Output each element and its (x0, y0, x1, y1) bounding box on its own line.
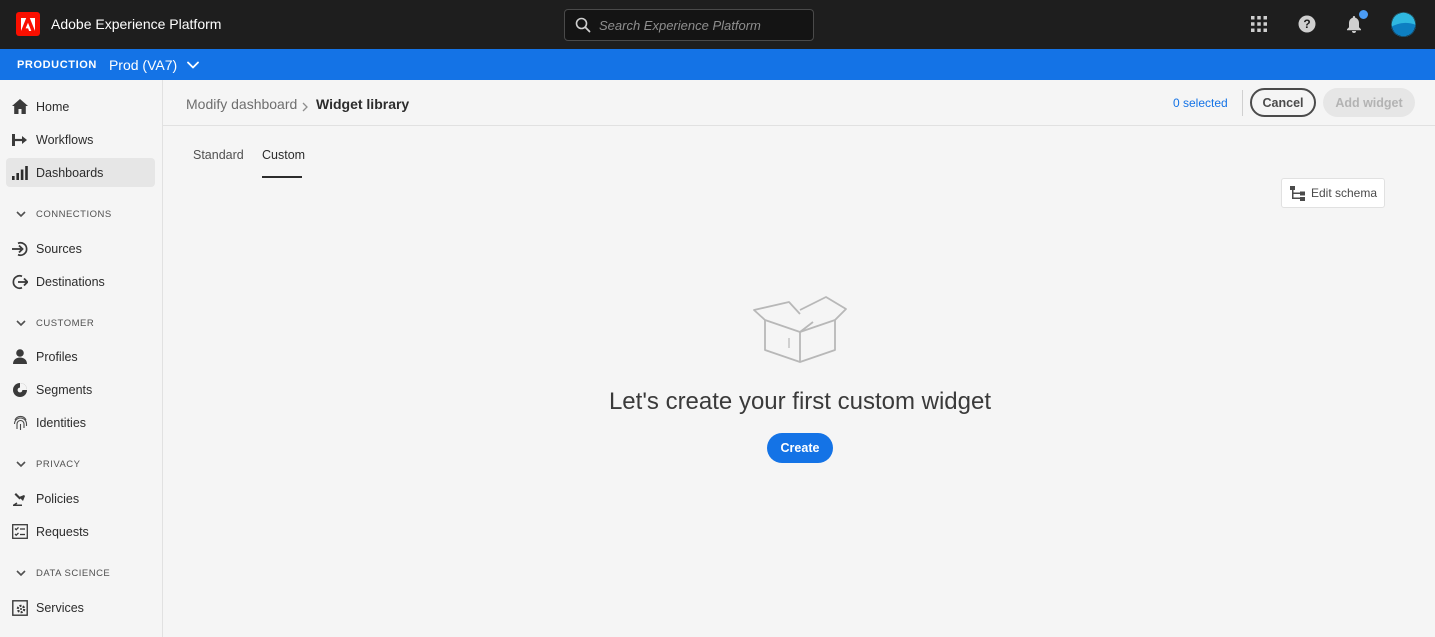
main-content: Modify dashboard Widget library 0 select… (163, 80, 1435, 637)
open-box-icon (751, 292, 849, 366)
adobe-logo-icon (16, 12, 40, 36)
chevron-down-icon (16, 569, 26, 577)
sidebar-item-sources[interactable]: Sources (6, 234, 155, 263)
help-icon[interactable]: ? (1297, 14, 1317, 34)
app-name: Adobe Experience Platform (51, 16, 222, 32)
edit-schema-button[interactable]: Edit schema (1281, 178, 1385, 208)
apps-grid-icon[interactable] (1249, 14, 1269, 34)
section-label: DATA SCIENCE (36, 567, 111, 579)
chevron-down-icon (16, 319, 26, 327)
section-customer[interactable]: CUSTOMER (16, 315, 94, 331)
sidebar-item-services[interactable]: Services (6, 593, 155, 622)
segments-icon (11, 381, 29, 399)
brand[interactable]: Adobe Experience Platform (16, 12, 221, 36)
tab-selected-indicator (262, 176, 302, 178)
sources-icon (11, 240, 29, 258)
top-bar: Adobe Experience Platform Search Experie… (0, 0, 1435, 49)
sidebar-item-label: Requests (36, 524, 89, 539)
section-label: PRIVACY (36, 458, 81, 470)
dashboards-icon (11, 164, 29, 182)
cancel-button[interactable]: Cancel (1250, 88, 1316, 117)
sandbox-switcher[interactable]: Prod (VA7) (109, 57, 177, 73)
left-nav: Home Workflows Dashboards CONNECTIONS So… (0, 80, 163, 637)
policies-icon (11, 490, 29, 508)
edit-schema-label: Edit schema (1311, 186, 1378, 200)
sidebar-item-label: Workflows (36, 132, 94, 147)
chevron-right-icon (302, 99, 308, 117)
sidebar-item-label: Profiles (36, 349, 78, 364)
search-icon (575, 17, 591, 33)
section-data-science[interactable]: DATA SCIENCE (16, 565, 110, 581)
section-label: CUSTOMER (36, 317, 95, 329)
svg-text:?: ? (1303, 17, 1310, 31)
sidebar-item-label: Home (36, 99, 70, 114)
services-icon (11, 599, 29, 617)
sidebar-item-label: Identities (36, 415, 87, 430)
breadcrumb-parent[interactable]: Modify dashboard (186, 96, 297, 112)
sidebar-item-label: Policies (36, 491, 80, 506)
sidebar-item-label: Sources (36, 241, 82, 256)
sidebar-item-home[interactable]: Home (6, 92, 155, 121)
tab-custom[interactable]: Custom (262, 148, 305, 162)
sidebar-item-policies[interactable]: Policies (6, 484, 155, 513)
sidebar-item-label: Dashboards (36, 165, 104, 180)
breadcrumb-current: Widget library (316, 96, 410, 112)
environment-label: PRODUCTION (17, 58, 97, 71)
add-widget-button[interactable]: Add widget (1323, 88, 1415, 117)
create-button[interactable]: Create (767, 433, 833, 463)
sidebar-item-destinations[interactable]: Destinations (6, 267, 155, 296)
sidebar-item-identities[interactable]: Identities (6, 408, 155, 437)
page-header: Modify dashboard Widget library 0 select… (163, 80, 1435, 126)
sidebar-item-requests[interactable]: Requests (6, 517, 155, 546)
section-connections[interactable]: CONNECTIONS (16, 206, 112, 222)
chevron-down-icon (16, 460, 26, 468)
sidebar-item-dashboards[interactable]: Dashboards (6, 158, 155, 187)
home-icon (11, 98, 29, 116)
section-label: CONNECTIONS (36, 208, 112, 220)
tab-standard[interactable]: Standard (193, 148, 244, 162)
section-privacy[interactable]: PRIVACY (16, 456, 81, 472)
empty-state-title: Let's create your first custom widget (608, 388, 992, 415)
chevron-down-icon[interactable] (187, 61, 200, 69)
destinations-icon (11, 273, 29, 291)
workflows-icon (11, 131, 29, 149)
sidebar-item-label: Segments (36, 382, 93, 397)
sidebar-item-profiles[interactable]: Profiles (6, 342, 155, 371)
sidebar-item-label: Services (36, 600, 84, 615)
selected-count[interactable]: 0 selected (1173, 96, 1228, 110)
user-avatar[interactable] (1391, 12, 1416, 37)
notifications-bell-icon[interactable] (1344, 9, 1369, 34)
requests-icon (11, 523, 29, 541)
profiles-icon (11, 348, 29, 366)
schema-icon (1290, 185, 1305, 201)
sidebar-item-segments[interactable]: Segments (6, 375, 155, 404)
notification-badge (1358, 9, 1369, 20)
sidebar-item-workflows[interactable]: Workflows (6, 125, 155, 154)
search-input[interactable]: Search Experience Platform (564, 9, 814, 41)
identities-icon (11, 414, 29, 432)
environment-bar: PRODUCTION Prod (VA7) (0, 49, 1435, 80)
header-divider (1242, 90, 1243, 116)
search-placeholder: Search Experience Platform (599, 17, 761, 33)
chevron-down-icon (16, 210, 26, 218)
sidebar-item-label: Destinations (36, 274, 105, 289)
